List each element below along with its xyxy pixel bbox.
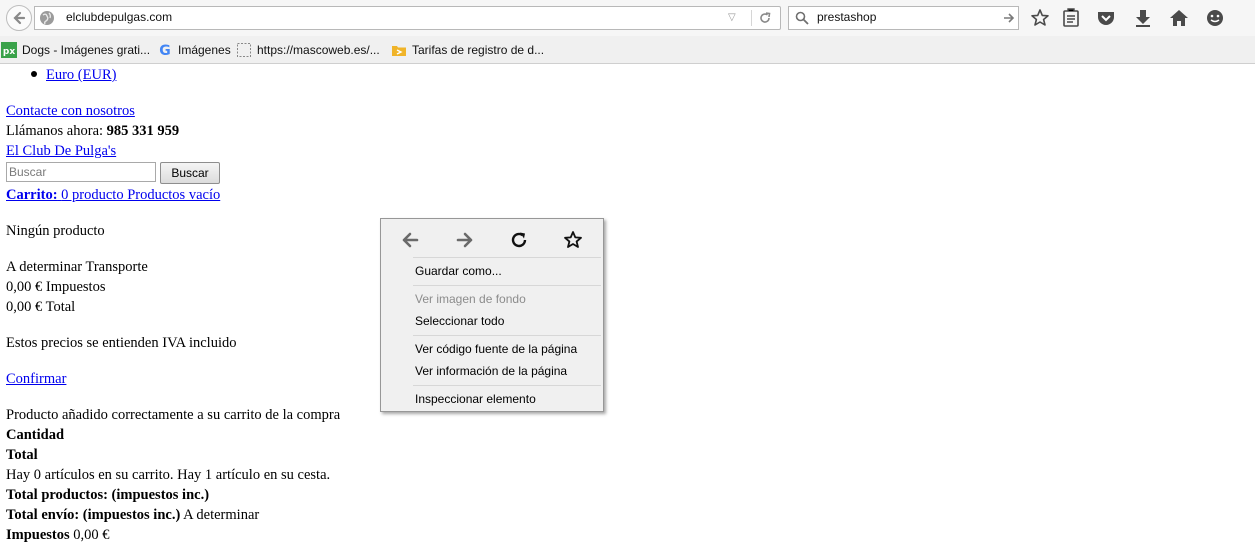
cart-info: 0 producto Productos vacío (61, 187, 221, 203)
cart-label: Carrito: (6, 187, 58, 203)
tax-label: Impuestos (45, 279, 106, 295)
page-content: Euro (EUR) Contacte con nosotros Llámano… (0, 64, 1255, 545)
search-icon (795, 11, 809, 25)
call-label: Llámanos ahora: (6, 123, 104, 139)
search-query[interactable]: prestashop (817, 10, 876, 24)
svg-text:px: px (3, 47, 15, 57)
bookmark-star-icon[interactable] (562, 229, 584, 251)
bookmarks-toolbar: px Dogs - Imágenes grati... G Imágenes h… (0, 36, 1255, 64)
taxes-label: Impuestos (6, 527, 70, 543)
menu-separator (413, 385, 601, 386)
list-bullet (31, 71, 37, 77)
total-heading: Total (6, 447, 38, 463)
browser-toolbar: elclubdepulgas.com ▽ prestashop (0, 0, 1255, 36)
search-bar[interactable]: prestashop (788, 6, 1019, 30)
shipping-line: A determinar Transporte (6, 257, 148, 277)
confirm-link[interactable]: Confirmar (6, 369, 66, 389)
bookmark-star-icon[interactable] (1029, 7, 1051, 29)
menu-item-inspect-element[interactable]: Inspeccionar elemento (415, 392, 536, 406)
search-button[interactable]: Buscar (160, 162, 220, 184)
menu-item-save-as[interactable]: Guardar como... (415, 264, 502, 278)
pocket-icon[interactable] (1095, 7, 1117, 29)
url-dropdown-icon[interactable]: ▽ (728, 12, 736, 23)
menu-item-page-info[interactable]: Ver información de la página (415, 364, 567, 378)
google-icon: G (159, 43, 171, 58)
search-input[interactable]: Buscar (6, 162, 156, 182)
total-shipping-label: Total envío: (impuestos inc.) (6, 507, 181, 523)
globe-icon (40, 11, 54, 25)
menu-separator (413, 285, 601, 286)
home-icon[interactable] (1168, 7, 1190, 29)
url-text[interactable]: elclubdepulgas.com (66, 10, 172, 24)
search-go-arrow-icon[interactable] (1002, 10, 1016, 26)
back-arrow-icon[interactable] (399, 229, 421, 251)
phone-line: Llámanos ahora: 985 331 959 (6, 121, 179, 141)
back-arrow-icon (13, 11, 26, 25)
vat-note: Estos precios se entienden IVA incluido (6, 335, 237, 351)
svg-text:G: G (159, 43, 171, 58)
total-shipping-value: A determinar (183, 507, 260, 523)
menu-item-view-background-image: Ver imagen de fondo (415, 292, 526, 306)
blank-page-icon (237, 43, 251, 57)
total-line: 0,00 € Total (6, 297, 75, 317)
url-bar[interactable]: elclubdepulgas.com ▽ (34, 6, 781, 30)
url-separator (751, 10, 752, 26)
menu-separator (413, 335, 601, 336)
cart-count-message: Hay 0 artículos en su carrito. Hay 1 art… (6, 467, 331, 483)
reading-list-icon[interactable] (1060, 7, 1082, 29)
phone-number: 985 331 959 (106, 123, 180, 139)
total-shipping-line: Total envío: (impuestos inc.) A determin… (6, 505, 259, 525)
hello-chat-icon[interactable] (1204, 7, 1226, 29)
back-button[interactable] (6, 5, 32, 31)
tax-value: 0,00 € (6, 279, 43, 295)
tax-line: 0,00 € Impuestos (6, 277, 105, 297)
forward-arrow-icon[interactable] (454, 229, 476, 251)
menu-item-select-all[interactable]: Seleccionar todo (415, 314, 504, 328)
taxes-value: 0,00 € (73, 527, 110, 543)
added-message: Producto añadido correctamente a su carr… (6, 407, 341, 423)
no-product-text: Ningún producto (6, 223, 105, 239)
reload-icon[interactable] (757, 10, 773, 26)
shop-home-link[interactable]: El Club De Pulga's (6, 141, 116, 161)
quantity-heading: Cantidad (6, 427, 65, 443)
px-icon: px (1, 42, 17, 58)
menu-separator (413, 257, 601, 258)
total-products-label: Total productos: (impuestos inc.) (6, 487, 210, 503)
shipping-value: A determinar (6, 259, 83, 275)
total-label: Total (45, 299, 76, 315)
cart-link[interactable]: Carrito: 0 producto Productos vacío (6, 185, 220, 205)
shipping-label: Transporte (85, 259, 148, 275)
menu-item-view-source[interactable]: Ver código fuente de la página (415, 342, 577, 356)
taxes-line: Impuestos 0,00 € (6, 525, 110, 545)
reload-icon[interactable] (508, 229, 530, 251)
context-menu: Guardar como... Ver imagen de fondo Sele… (380, 218, 604, 412)
total-value: 0,00 € (6, 299, 43, 315)
downloads-icon[interactable] (1132, 7, 1154, 29)
folder-arrow-icon (392, 46, 406, 56)
currency-link[interactable]: Euro (EUR) (46, 65, 116, 85)
contact-link[interactable]: Contacte con nosotros (6, 101, 135, 121)
